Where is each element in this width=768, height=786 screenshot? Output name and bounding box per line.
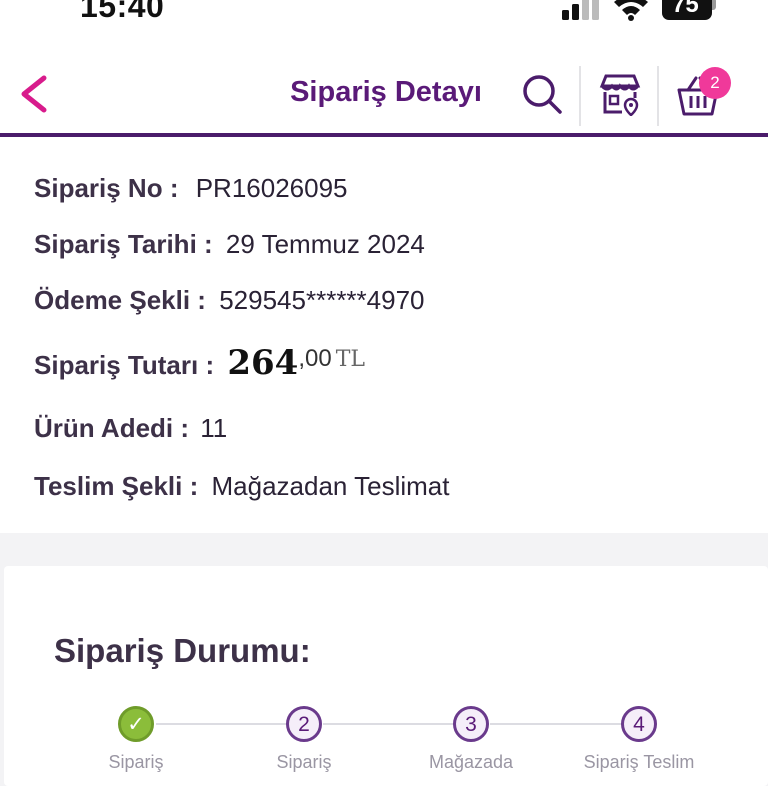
- header-divider: [579, 66, 581, 126]
- progress-connector: [156, 723, 305, 725]
- cellular-signal-icon: [562, 0, 599, 20]
- step-1-check-icon: ✓: [118, 706, 154, 742]
- battery-indicator: 75: [662, 0, 712, 20]
- cart-count-badge: 2: [699, 67, 731, 99]
- battery-tip: [712, 0, 716, 10]
- progress-connector: [490, 723, 639, 725]
- step-4-label: Sipariş Teslim: [583, 752, 695, 772]
- order-amount-decimal: ,00: [298, 345, 332, 372]
- order-status-title: Sipariş Durumu:: [54, 632, 311, 669]
- order-number-row: Sipariş No : PR16026095: [34, 173, 348, 204]
- order-amount-currency: TL: [335, 347, 365, 372]
- order-info-card: Sipariş No : PR16026095 Sipariş Tarihi :…: [0, 137, 768, 533]
- order-date-label: Sipariş Tarihi :: [34, 229, 213, 259]
- order-status-card: Sipariş Durumu: ✓ 2 3 4 Sipariş Sipariş …: [4, 566, 768, 786]
- step-1-label: Sipariş: [108, 752, 164, 772]
- status-bar: 15:40 75: [0, 0, 768, 34]
- order-number-label: Sipariş No :: [34, 173, 179, 203]
- quantity-label: Ürün Adedi :: [34, 413, 190, 443]
- delivery-value: Mağazadan Teslimat: [211, 471, 450, 501]
- order-number-value: PR16026095: [195, 173, 348, 203]
- quantity-value: 11: [200, 413, 228, 443]
- app-header: Sipariş Detayı 2: [0, 34, 768, 137]
- delivery-label: Teslim Şekli :: [34, 471, 199, 501]
- header-divider: [657, 66, 659, 126]
- payment-label: Ödeme Şekli :: [34, 285, 206, 315]
- step-2-label: Sipariş: [276, 752, 332, 772]
- store-location-icon[interactable]: [598, 72, 642, 116]
- order-date-value: 29 Temmuz 2024: [225, 229, 425, 259]
- order-date-row: Sipariş Tarihi : 29 Temmuz 2024: [34, 229, 425, 260]
- step-3-label: Mağazada: [428, 752, 514, 772]
- step-3-indicator: 3: [453, 706, 489, 742]
- delivery-row: Teslim Şekli : Mağazadan Teslimat: [34, 471, 450, 502]
- progress-connector: [323, 723, 472, 725]
- step-4-indicator: 4: [621, 706, 657, 742]
- page-title: Sipariş Detayı: [290, 76, 482, 108]
- wifi-icon: [614, 0, 648, 21]
- status-time: 15:40: [80, 0, 165, 24]
- quantity-row: Ürün Adedi : 11: [34, 413, 227, 444]
- search-icon[interactable]: [520, 72, 564, 116]
- payment-row: Ödeme Şekli : 529545******4970: [34, 285, 425, 316]
- order-amount-label: Sipariş Tutarı :: [34, 350, 215, 380]
- step-2-indicator: 2: [286, 706, 322, 742]
- order-amount-row: Sipariş Tutarı : 264,00 TL: [34, 343, 365, 383]
- order-amount-integer: 264: [227, 343, 299, 383]
- payment-value: 529545******4970: [219, 285, 425, 315]
